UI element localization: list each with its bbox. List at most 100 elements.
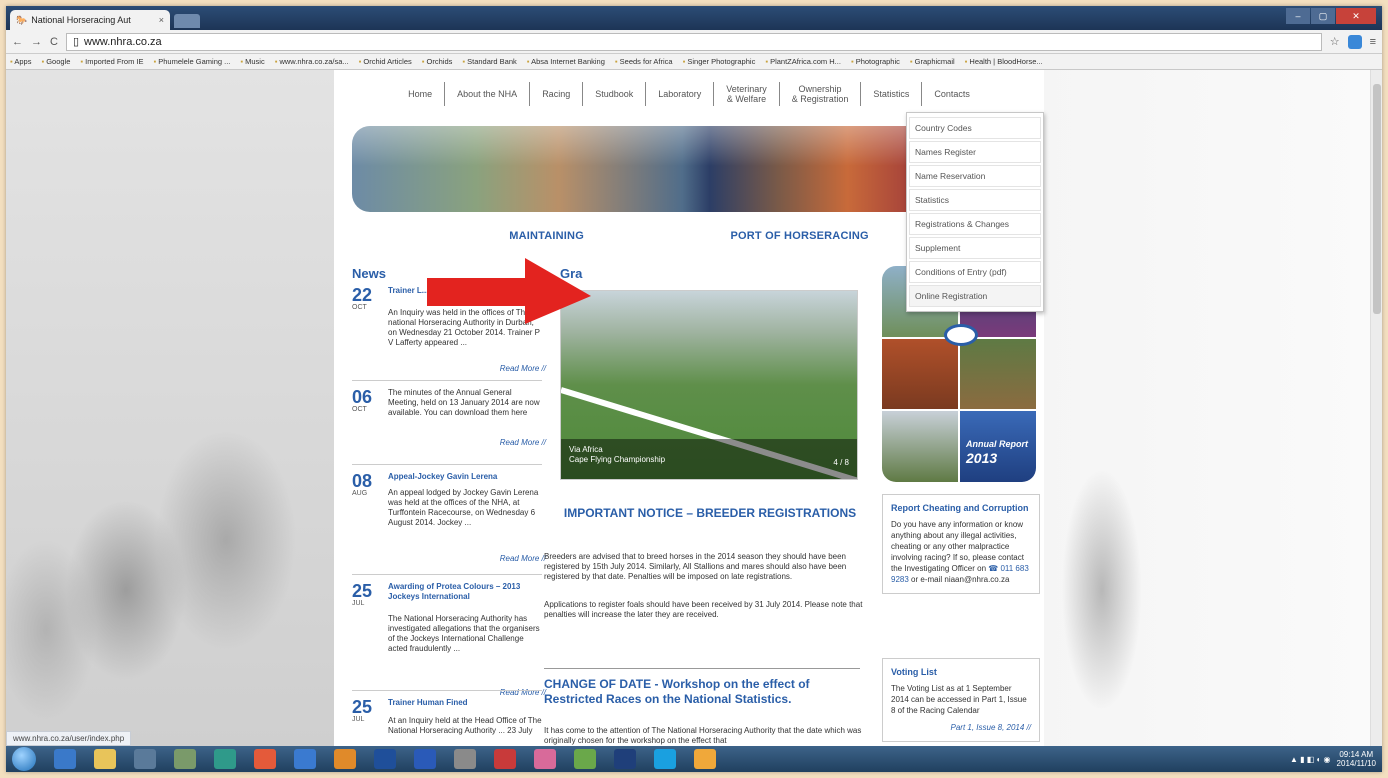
bookmark-item[interactable]: Google: [41, 57, 70, 66]
nav-item-veterinary[interactable]: Veterinary & Welfare: [714, 82, 780, 106]
app5-taskbar-icon[interactable]: [574, 749, 596, 769]
menu-item-name-reservation[interactable]: Name Reservation: [909, 165, 1041, 187]
star-icon[interactable]: ☆: [1330, 35, 1340, 48]
bookmark-item[interactable]: PlantZAfrica.com H...: [765, 57, 841, 66]
skype-taskbar-icon[interactable]: [654, 749, 676, 769]
bookmark-item[interactable]: Seeds for Africa: [615, 57, 673, 66]
bookmark-item[interactable]: Graphicmail: [910, 57, 955, 66]
news-month: OCT: [352, 304, 367, 311]
word-taskbar-icon[interactable]: [414, 749, 436, 769]
read-more-link[interactable]: Read More //: [500, 438, 546, 447]
news-day: 25: [352, 581, 373, 601]
browser-tab[interactable]: 🐎 National Horseracing Aut ×: [10, 10, 170, 30]
nav-item-racing[interactable]: Racing: [530, 82, 584, 106]
gallery-photo[interactable]: Via Africa Cape Flying Championship 4 / …: [560, 290, 858, 480]
chrome-taskbar-icon[interactable]: [54, 749, 76, 769]
reload-icon[interactable]: C: [50, 36, 58, 48]
bookmark-item[interactable]: Absa Internet Banking: [527, 57, 605, 66]
menu-item-country-codes[interactable]: Country Codes: [909, 117, 1041, 139]
tile-horse-3[interactable]: [960, 338, 1036, 410]
start-button[interactable]: [12, 747, 36, 771]
ie-taskbar-icon[interactable]: [294, 749, 316, 769]
voting-read-more-link[interactable]: Part 1, Issue 8, 2014 //: [891, 722, 1032, 733]
news-day: 22: [352, 285, 373, 305]
news-title-link[interactable]: Awarding of Protea Colours – 2013 Jockey…: [388, 582, 548, 602]
menu-icon[interactable]: ≡: [1370, 36, 1376, 48]
nav-item-laboratory[interactable]: Laboratory: [646, 82, 715, 106]
background-racing-photo: [6, 70, 346, 746]
bookmark-item[interactable]: Singer Photographic: [683, 57, 755, 66]
bookmark-item[interactable]: Apps: [10, 57, 31, 66]
news-title-link[interactable]: Trainer Human Fined: [388, 698, 548, 708]
news-divider: [352, 380, 542, 381]
read-more-link[interactable]: Read More //: [500, 364, 546, 373]
news-body: An appeal lodged by Jockey Gavin Lerena …: [388, 488, 539, 527]
read-more-link[interactable]: Read More //: [500, 554, 546, 563]
photoshop-taskbar-icon[interactable]: [374, 749, 396, 769]
publisher-taskbar-icon[interactable]: [214, 749, 236, 769]
nav-item-contacts[interactable]: Contacts: [922, 82, 982, 106]
minimize-icon[interactable]: –: [1286, 8, 1310, 24]
news-title-link[interactable]: Appeal-Jockey Gavin Lerena: [388, 472, 548, 482]
news-month: JUL: [352, 600, 365, 607]
photoshop2-taskbar-icon[interactable]: [614, 749, 636, 769]
explorer-taskbar-icon[interactable]: [94, 749, 116, 769]
news-body: At an Inquiry held at the Head Office of…: [388, 716, 542, 735]
toolbar: ← → C ▯ www.nhra.co.za ☆ ≡: [6, 30, 1382, 54]
app3-taskbar-icon[interactable]: [494, 749, 516, 769]
forward-icon[interactable]: →: [31, 36, 42, 48]
clock[interactable]: 09:14 AM 2014/11/10: [1337, 750, 1376, 768]
bookmark-item[interactable]: Orchid Articles: [359, 57, 411, 66]
maximize-icon[interactable]: ▢: [1311, 8, 1335, 24]
tile-horses-4[interactable]: [882, 411, 958, 482]
nav-item-home[interactable]: Home: [396, 82, 446, 106]
bookmark-item[interactable]: Standard Bank: [462, 57, 517, 66]
news-day: 06: [352, 387, 373, 407]
app4-taskbar-icon[interactable]: [534, 749, 556, 769]
clock-time: 09:14 AM: [1339, 750, 1374, 759]
menu-item-online-registration[interactable]: Online Registration: [909, 285, 1041, 307]
tray-icons[interactable]: ▲ ▮ ◧ ◐ ◉: [1290, 755, 1331, 764]
tile-horse-2[interactable]: [882, 338, 958, 410]
nav-item-studbook[interactable]: Studbook: [583, 82, 647, 106]
firefox-taskbar-icon[interactable]: [334, 749, 356, 769]
menu-item-conditions-of-entry-pdf[interactable]: Conditions of Entry (pdf): [909, 261, 1041, 283]
bookmark-item[interactable]: Phumelele Gaming ...: [154, 57, 230, 66]
report-tail: or e-mail niaan@nhra.co.za: [911, 575, 1010, 584]
voting-heading: Voting List: [891, 667, 937, 677]
bookmark-item[interactable]: Imported From IE: [80, 57, 143, 66]
bookmark-item[interactable]: www.nhra.co.za/sa...: [275, 57, 348, 66]
bookmark-item[interactable]: Photographic: [851, 57, 900, 66]
paint-taskbar-icon[interactable]: [174, 749, 196, 769]
nav-item-ownership[interactable]: Ownership & Registration: [780, 82, 862, 106]
menu-item-registrations-changes[interactable]: Registrations & Changes: [909, 213, 1041, 235]
nav-item-statistics[interactable]: Statistics: [861, 82, 923, 106]
slide-counter: 4 / 8: [833, 458, 849, 467]
tab-close-icon[interactable]: ×: [159, 15, 164, 25]
address-bar[interactable]: ▯ www.nhra.co.za: [65, 32, 1322, 51]
bookmark-item[interactable]: Health | BloodHorse...: [965, 57, 1042, 66]
news-item: 25 JUL Awarding of Protea Colours – 2013 J…: [352, 581, 552, 697]
close-window-icon[interactable]: ✕: [1336, 8, 1376, 24]
bookmarks-bar: Apps Google Imported From IE Phumelele Gami…: [6, 54, 1382, 70]
back-icon[interactable]: ←: [12, 36, 23, 48]
menu-item-names-register[interactable]: Names Register: [909, 141, 1041, 163]
notice-paragraph-2: Applications to register foals should ha…: [544, 600, 863, 619]
nav-item-about-the-nha[interactable]: About the NHA: [445, 82, 531, 106]
chrome-active-taskbar-icon[interactable]: [254, 749, 276, 769]
new-tab-button[interactable]: [174, 14, 200, 28]
annual-report-tile[interactable]: Annual Report 2013: [960, 411, 1036, 482]
change-of-date-heading[interactable]: CHANGE OF DATE - Workshop on the effect …: [544, 668, 860, 707]
news-month: OCT: [352, 406, 367, 413]
app6-taskbar-icon[interactable]: [694, 749, 716, 769]
news-body: The National Horseracing Authority has i…: [388, 614, 540, 653]
vertical-scrollbar[interactable]: [1370, 70, 1382, 746]
tab-strip: 🐎 National Horseracing Aut × – ▢ ✕: [6, 6, 1382, 30]
extension-icon[interactable]: [1347, 34, 1362, 49]
menu-item-statistics[interactable]: Statistics: [909, 189, 1041, 211]
menu-item-supplement[interactable]: Supplement: [909, 237, 1041, 259]
bookmark-item[interactable]: Music: [240, 57, 265, 66]
bookmark-item[interactable]: Orchids: [422, 57, 453, 66]
app2-taskbar-icon[interactable]: [454, 749, 476, 769]
app-taskbar-icon[interactable]: [134, 749, 156, 769]
